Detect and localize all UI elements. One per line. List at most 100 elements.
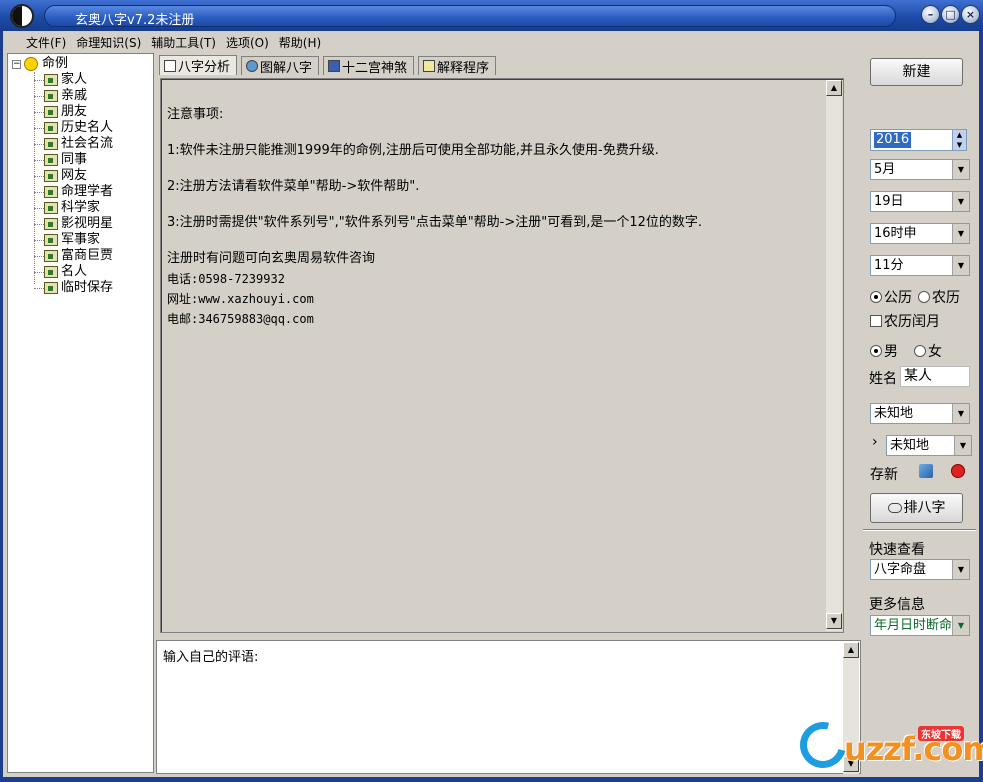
hour-select[interactable]: 16时申 ▼ (870, 223, 970, 244)
document-icon (164, 59, 176, 72)
tree-item-label: 名人 (61, 264, 88, 279)
lunar-radio[interactable] (918, 291, 930, 303)
paibazi-button[interactable]: 排八字 (870, 493, 963, 523)
tree-item[interactable]: 影视明星 (34, 216, 113, 232)
tree-item[interactable]: 命理学者 (34, 184, 113, 200)
collapse-icon[interactable]: − (12, 59, 21, 69)
solar-radio[interactable] (870, 291, 882, 303)
title-bar-pill: 玄奥八字v7.2未注册 (44, 5, 896, 28)
chevron-down-icon[interactable]: ▼ (952, 192, 969, 211)
menu-bar: 文件(F) 命理知识(S) 辅助工具(T) 选项(O) 帮助(H) (3, 33, 326, 53)
tree-item-label: 亲戚 (61, 88, 88, 103)
contact-email: 电邮:346759883@qq.com (167, 312, 314, 326)
paibazi-label: 排八字 (903, 500, 946, 516)
menu-file[interactable]: 文件(F) (21, 33, 71, 53)
close-button[interactable]: × (961, 5, 980, 24)
tree-item-label: 历史名人 (61, 120, 114, 135)
comment-textarea[interactable]: 输入自己的评语: ▲ ▼ (156, 640, 861, 774)
menu-help[interactable]: 帮助(H) (274, 33, 326, 53)
male-radio[interactable] (870, 345, 882, 357)
tree-connector (34, 143, 44, 145)
smiley-icon (24, 57, 38, 71)
tree-item[interactable]: 朋友 (34, 104, 113, 120)
month-select[interactable]: 5月 ▼ (870, 159, 970, 180)
tree-item[interactable]: 科学家 (34, 200, 113, 216)
leap-month-row: 农历闰月 (870, 311, 940, 331)
tree-item[interactable]: 军事家 (34, 232, 113, 248)
place-select-1[interactable]: 未知地 ▼ (870, 403, 970, 424)
tree-item[interactable]: 社会名流 (34, 136, 113, 152)
tab-twelve-palaces[interactable]: 十二宫神煞 (323, 56, 415, 76)
tree-item[interactable]: 同事 (34, 152, 113, 168)
tab-label: 八字分析 (178, 60, 231, 75)
tab-strip: 八字分析 图解八字 十二宫神煞 解释程序 (159, 55, 500, 76)
folder-icon (44, 202, 58, 214)
folder-icon (44, 282, 58, 294)
quick-view-select[interactable]: 八字命盘 ▼ (870, 559, 970, 580)
tree-item-label: 朋友 (61, 104, 88, 119)
spin-arrows-icon[interactable]: ▲ ▼ (952, 130, 966, 150)
name-input[interactable]: 某人 (900, 366, 970, 387)
tree-item[interactable]: 临时保存 (34, 280, 113, 296)
scroll-up-button[interactable]: ▲ (826, 80, 842, 96)
new-button[interactable]: 新建 (870, 58, 963, 86)
tree-item[interactable]: 家人 (34, 72, 113, 88)
tree-item-label: 同事 (61, 152, 88, 167)
leap-month-checkbox[interactable] (870, 315, 882, 327)
more-info-select[interactable]: 年月日时断命 ▼ (870, 615, 970, 636)
menu-options[interactable]: 选项(O) (221, 33, 274, 53)
folder-icon (44, 154, 58, 166)
site-watermark: uzzf.com 东坡下载 (791, 713, 983, 777)
grid-icon (328, 60, 341, 72)
tree-item-label: 网友 (61, 168, 88, 183)
tab-explain[interactable]: 解释程序 (418, 56, 497, 76)
minute-select[interactable]: 11分 ▼ (870, 255, 970, 276)
scroll-down-button[interactable]: ▼ (826, 613, 842, 629)
chevron-down-icon[interactable]: ▼ (952, 256, 969, 275)
notice-item-1: 1:软件未注册只能推测1999年的命例,注册后可使用全部功能,并且永久使用-免费… (167, 143, 659, 158)
month-value: 5月 (874, 162, 896, 177)
place-arrow-icon: › (872, 434, 878, 450)
menu-tools[interactable]: 辅助工具(T) (146, 33, 221, 53)
tree-connector (34, 175, 44, 177)
save-new-label[interactable]: 存新 (870, 464, 898, 484)
chevron-down-icon[interactable]: ▼ (952, 404, 969, 423)
tree-root-label: 命例 (42, 56, 69, 71)
analysis-text-area[interactable]: 注意事项: 1:软件未注册只能推测1999年的命例,注册后可使用全部功能,并且永… (160, 78, 844, 633)
case-tree[interactable]: − 命例 家人 亲戚 朋友 历史名人 社会名流 同事 网友 命理学者 科学家 影视明星 军事家 富商巨… (7, 53, 154, 773)
chevron-down-icon[interactable]: ▼ (954, 436, 971, 455)
stop-icon[interactable] (951, 464, 965, 478)
chevron-down-icon[interactable]: ▼ (952, 560, 969, 579)
tree-item[interactable]: 历史名人 (34, 120, 113, 136)
female-radio[interactable] (914, 345, 926, 357)
tree-item[interactable]: 亲戚 (34, 88, 113, 104)
analysis-scrollbar[interactable]: ▲ ▼ (826, 80, 842, 631)
folder-icon (44, 250, 58, 262)
folder-icon (44, 234, 58, 246)
tree-connector (34, 79, 44, 81)
tree-connector (34, 127, 44, 129)
leap-month-label: 农历闰月 (884, 314, 940, 330)
tree-connector (34, 271, 44, 273)
tree-item[interactable]: 富商巨贾 (34, 248, 113, 264)
title-bar[interactable]: 玄奥八字v7.2未注册 – □ × (0, 0, 983, 31)
tree-item[interactable]: 名人 (34, 264, 113, 280)
maximize-button[interactable]: □ (941, 5, 960, 24)
tree-item-label: 临时保存 (61, 280, 114, 295)
year-spinner[interactable]: 2016 ▲ ▼ (870, 129, 967, 151)
tree-root[interactable]: − 命例 (12, 56, 68, 72)
tree-item[interactable]: 网友 (34, 168, 113, 184)
scroll-up-button[interactable]: ▲ (843, 642, 859, 658)
tab-bazi-chart[interactable]: 图解八字 (241, 56, 320, 76)
minimize-button[interactable]: – (921, 5, 940, 24)
tree-children: 家人 亲戚 朋友 历史名人 社会名流 同事 网友 命理学者 科学家 影视明星 军事家 富商巨贾 名人 临时… (34, 72, 113, 296)
place-select-2[interactable]: 未知地 ▼ (886, 435, 972, 456)
chevron-down-icon[interactable]: ▼ (952, 616, 969, 635)
place-value: 未知地 (874, 406, 914, 421)
day-select[interactable]: 19日 ▼ (870, 191, 970, 212)
chevron-down-icon[interactable]: ▼ (952, 224, 969, 243)
menu-knowledge[interactable]: 命理知识(S) (71, 33, 146, 53)
chevron-down-icon[interactable]: ▼ (952, 160, 969, 179)
wand-icon[interactable] (919, 464, 933, 478)
tab-bazi-analysis[interactable]: 八字分析 (159, 55, 238, 75)
